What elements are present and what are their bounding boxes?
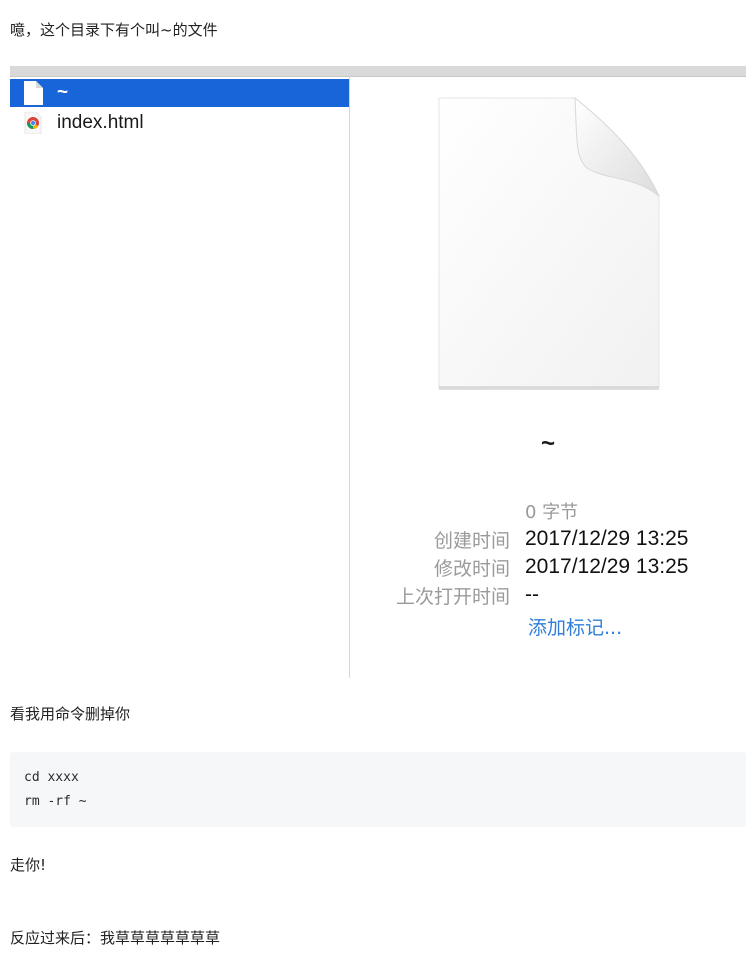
code-line: cd xxxx [24,770,79,785]
created-label: 创建时间 [433,529,510,552]
divider [10,76,746,77]
last-opened-row: 上次打开时间 -- [350,581,746,609]
go-paragraph: 走你! [10,856,47,874]
reaction-paragraph: 反应过来后：我草草草草草草草 [10,929,221,947]
code-line: rm -rf ~ [24,794,87,809]
code-block: cd xxxx rm -rf ~ [10,752,746,827]
add-tags-link[interactable]: 添加标记... [528,613,622,640]
finder-window: ~ index.html ~ 0 字节 创建时间 2017/12/29 13:2… [10,66,746,678]
file-name: index.html [57,112,144,133]
command-intro-paragraph: 看我用命令删掉你 [10,705,131,723]
created-row: 创建时间 2017/12/29 13:25 [350,525,746,553]
modified-row: 修改时间 2017/12/29 13:25 [350,553,746,581]
intro-paragraph: 噫，这个目录下有个叫~的文件 [10,21,218,39]
file-size: 0 字节 [525,502,579,523]
file-row-tilde[interactable]: ~ [10,79,349,107]
file-row-index-html[interactable]: index.html [10,109,349,137]
chrome-html-icon [23,111,43,135]
file-name: ~ [57,82,69,103]
modified-label: 修改时间 [433,557,510,580]
blank-document-icon [23,81,43,105]
blank-document-icon [435,96,665,400]
preview-filename: ~ [540,430,555,457]
modified-value: 2017/12/29 13:25 [525,555,689,578]
last-opened-label: 上次打开时间 [395,585,510,608]
last-opened-value: -- [525,583,539,606]
created-value: 2017/12/29 13:25 [525,527,689,550]
finder-toolbar-strip [10,66,746,76]
